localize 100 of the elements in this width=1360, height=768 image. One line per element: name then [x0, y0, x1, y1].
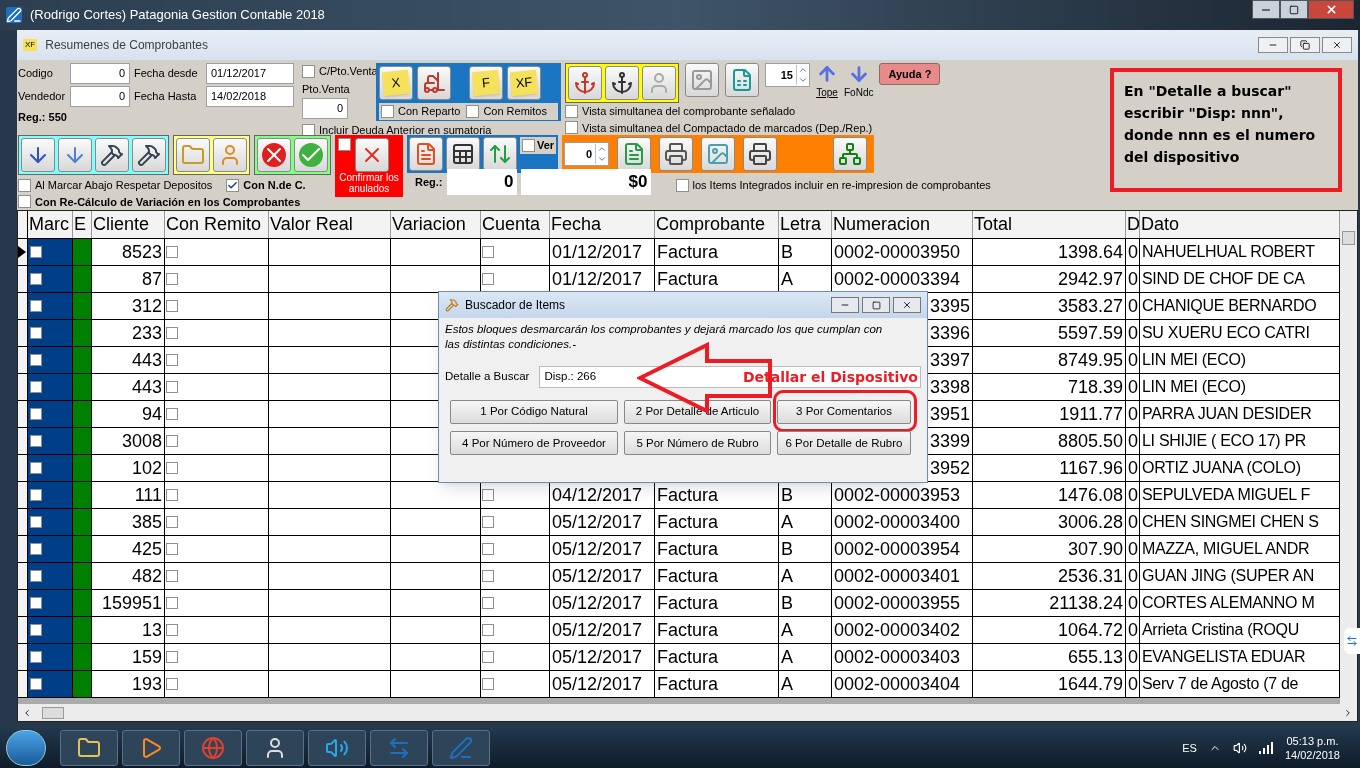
column-header[interactable]: Numeracion [832, 211, 973, 238]
field-label: Codigo [18, 66, 54, 82]
table-cell: 3583.27 [973, 293, 1126, 319]
table-cell: 1398.64 [973, 239, 1126, 265]
checkbox-label: Vista simultanea del comprobante señalado [582, 104, 796, 119]
table-cell: 443 [92, 374, 165, 400]
table-cell: 159 [92, 644, 165, 670]
column-header[interactable]: Fecha [550, 211, 655, 238]
table-cell: EVANGELISTA EDUAR [1140, 644, 1340, 670]
table-cell: MAZZA, MIGUEL ANDR [1140, 536, 1340, 562]
table-cell: 0002-00003950 [832, 239, 973, 265]
table-cell: 0002-00003401 [832, 563, 973, 589]
column-header[interactable]: Valor Real [269, 211, 391, 238]
search-option-button[interactable]: 4 Por Número de Proveedor [450, 431, 618, 456]
table-cell: Factura [655, 266, 779, 292]
table-cell: Factura [655, 590, 779, 616]
codigo-field[interactable]: 0 [70, 63, 130, 84]
checkbox-label: C/Pto.Venta [319, 64, 378, 79]
amount-field: $0 [520, 169, 651, 195]
column-header[interactable]: D [1126, 211, 1140, 238]
table-cell: ORTIZ JUANA (COLO) [1140, 455, 1340, 481]
fondc-label[interactable]: FoNdc [844, 85, 874, 100]
language-indicator[interactable]: ES [1182, 739, 1197, 757]
table-cell: Factura [655, 509, 779, 535]
checkbox-label: Ver [537, 138, 555, 153]
table-cell: 233 [92, 320, 165, 346]
search-option-button[interactable]: 3 Por Comentarios [777, 399, 911, 424]
column-header[interactable]: Con Remito [165, 211, 269, 238]
checkbox-label: Al Marcar Abajo Respetar Depositos [35, 178, 213, 193]
table-cell: 0 [1126, 563, 1140, 589]
column-header[interactable]: E [73, 211, 92, 238]
table-cell: B [779, 590, 832, 616]
column-header[interactable]: Variacion [391, 211, 481, 238]
table-cell: 0002-00003402 [832, 617, 973, 643]
table-cell: 8749.95 [973, 347, 1126, 373]
table-cell: 0 [1126, 590, 1140, 616]
date-field[interactable]: 01/12/2017 [206, 63, 294, 84]
clock-time: 05:13 p.m. [1286, 734, 1339, 748]
search-option-button[interactable]: 1 Por Código Natural [450, 399, 618, 424]
table-cell: CHEN SINGMEI CHEN S [1140, 509, 1340, 535]
column-header[interactable]: Total [973, 211, 1126, 238]
table-cell: 5597.59 [973, 320, 1126, 346]
table-cell: 718.39 [973, 374, 1126, 400]
table-cell: 193 [92, 671, 165, 697]
table-cell: 312 [92, 293, 165, 319]
field-label: Vendedor [18, 89, 67, 105]
table-cell: 0 [1126, 266, 1140, 292]
field-label: Fecha desde [134, 66, 199, 82]
table-cell: 0002-00003394 [832, 266, 973, 292]
table-cell: SU XUERU ECO CATRI [1140, 320, 1340, 346]
table-cell: 3006.28 [973, 509, 1126, 535]
note-annotation: En "Detalle a buscar" escribir "Disp: nnn", donde nnn es el numero del dispositivo [1110, 68, 1342, 192]
table-cell: 307.90 [973, 536, 1126, 562]
table-cell: 2942.97 [973, 266, 1126, 292]
column-header[interactable]: Marc [28, 211, 73, 238]
table-cell: 0 [1126, 482, 1140, 508]
table-cell: B [779, 536, 832, 562]
table-cell: 159951 [92, 590, 165, 616]
table-cell: Factura [655, 563, 779, 589]
table-cell: 0002-00003953 [832, 482, 973, 508]
table-cell: 01/12/2017 [550, 266, 655, 292]
field-label: Pto.Venta [302, 81, 351, 97]
table-cell: 05/12/2017 [550, 509, 655, 535]
vendedor-field[interactable]: 0 [70, 86, 130, 107]
search-option-button[interactable]: 5 Por Número de Rubro [624, 431, 771, 456]
table-cell: B [779, 239, 832, 265]
column-header[interactable]: Cuenta [481, 211, 550, 238]
table-cell: 13 [92, 617, 165, 643]
table-cell: 1644.79 [973, 671, 1126, 697]
table-cell: 482 [92, 563, 165, 589]
count-field: 0 [446, 169, 517, 195]
column-header[interactable]: Comprobante [655, 211, 779, 238]
checkbox-label: Vista simultanea del Compactado de marcados (Dep./Rep.) [582, 120, 873, 136]
table-cell: A [779, 644, 832, 670]
table-cell: 05/12/2017 [550, 671, 655, 697]
total-label: Reg.: [415, 174, 443, 190]
tope-label[interactable]: Tope [816, 85, 838, 100]
table-cell: Factura [655, 671, 779, 697]
table-cell: 102 [92, 455, 165, 481]
window-title: (Rodrigo Cortes) Patagonia Gestion Contable 2018 [30, 6, 325, 25]
table-cell: 443 [92, 347, 165, 373]
table-cell: NAHUELHUAL ROBERT [1140, 239, 1340, 265]
column-header[interactable]: Cliente [92, 211, 165, 238]
date-field[interactable]: 14/02/2018 [206, 86, 294, 107]
column-header[interactable]: Letra [779, 211, 832, 238]
search-option-button[interactable]: 6 Por Detalle de Rubro [777, 431, 911, 456]
table-cell: A [779, 509, 832, 535]
checkbox-label: Incluir Deuda Anterior en sumatoria [319, 123, 492, 138]
clock-date: 14/02/2018 [1284, 748, 1340, 762]
table-cell: 0 [1126, 617, 1140, 643]
table-cell: 21138.24 [973, 590, 1126, 616]
table-cell: 3008 [92, 428, 165, 454]
help-button[interactable]: Ayuda ? [879, 63, 941, 85]
table-cell: 0002-00003955 [832, 590, 973, 616]
table-cell: B [779, 482, 832, 508]
pto-venta-field[interactable]: 0 [302, 98, 348, 119]
table-cell: Serv 7 de Agosto (7 de [1140, 671, 1340, 697]
table-cell: LIN MEI (ECO) [1140, 374, 1340, 400]
checkbox-label: Con Remitos [483, 104, 547, 119]
table-cell: 05/12/2017 [550, 536, 655, 562]
